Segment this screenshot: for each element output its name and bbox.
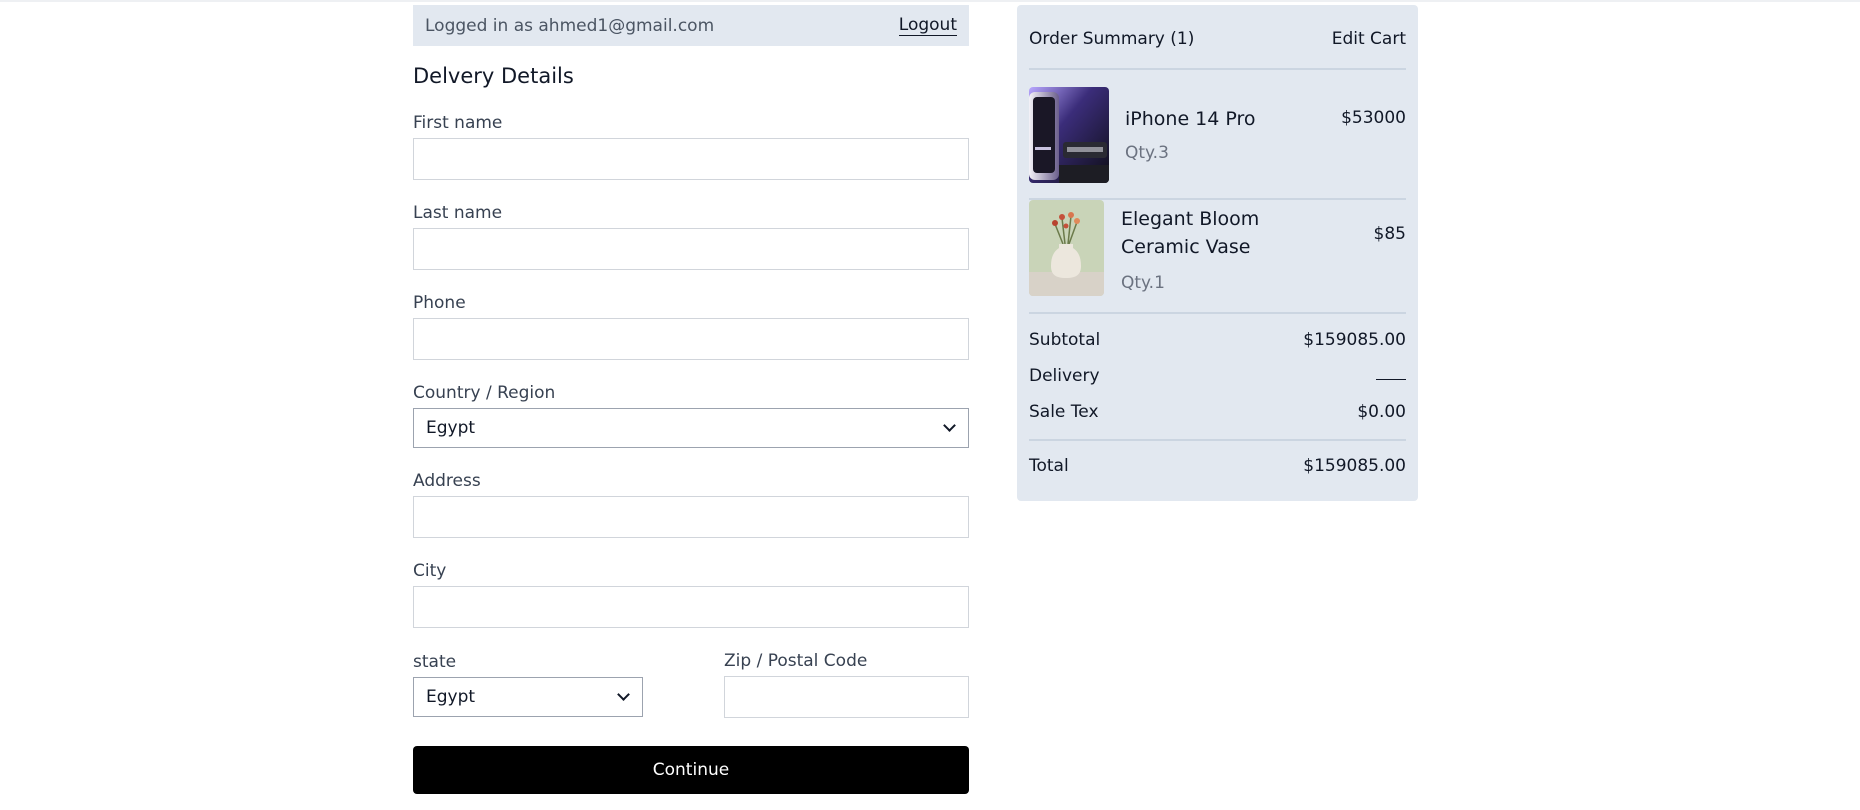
logged-in-text: Logged in as ahmed1@gmail.com [425, 15, 715, 36]
total-value: $159085.00 [1303, 456, 1406, 476]
vase-product-image [1029, 200, 1104, 296]
login-status-bar: Logged in as ahmed1@gmail.com Logout [413, 5, 969, 46]
subtotal-row: Subtotal $159085.00 [1029, 330, 1406, 350]
sale-tax-row: Sale Tex $0.00 [1029, 402, 1406, 422]
edit-cart-link[interactable]: Edit Cart [1332, 29, 1406, 49]
total-row: Total $159085.00 [1029, 456, 1406, 476]
city-label: City [413, 561, 447, 581]
sale-tax-value: $0.00 [1357, 402, 1406, 422]
logout-link[interactable]: Logout [898, 15, 957, 36]
last-name-input[interactable] [413, 228, 969, 270]
delivery-form: Logged in as ahmed1@gmail.com Logout Del… [413, 5, 969, 794]
subtotal-label: Subtotal [1029, 330, 1101, 350]
product-name: Elegant Bloom Ceramic Vase [1121, 208, 1260, 258]
address-input[interactable] [413, 496, 969, 538]
phone-input[interactable] [413, 318, 969, 360]
city-input[interactable] [413, 586, 969, 628]
last-name-label: Last name [413, 203, 503, 223]
product-qty: Qty.3 [1125, 143, 1169, 163]
chevron-down-icon [617, 688, 630, 701]
country-selected-value: Egypt [426, 418, 476, 438]
first-name-input[interactable] [413, 138, 969, 180]
order-summary-header: Order Summary (1) Edit Cart [1029, 29, 1406, 49]
order-summary-panel: Order Summary (1) Edit Cart iPhone 14 Pr… [1017, 5, 1418, 501]
total-label: Total [1029, 456, 1069, 476]
divider [1029, 312, 1406, 314]
divider [1029, 68, 1406, 70]
zip-input[interactable] [724, 676, 969, 718]
vase-image-graphic [1029, 200, 1104, 296]
iphone-product-image [1029, 87, 1109, 183]
zip-label: Zip / Postal Code [724, 651, 868, 671]
product-price: $85 [1373, 224, 1406, 244]
chevron-down-icon [943, 419, 956, 432]
address-label: Address [413, 471, 481, 491]
product-name: iPhone 14 Pro [1125, 108, 1256, 130]
delivery-label: Delivery [1029, 366, 1100, 386]
product-qty: Qty.1 [1121, 273, 1165, 293]
state-select[interactable]: Egypt [413, 677, 643, 717]
iphone-image-graphic [1029, 87, 1109, 183]
country-label: Country / Region [413, 383, 556, 403]
subtotal-value: $159085.00 [1303, 330, 1406, 350]
delivery-details-title: Delvery Details [413, 64, 574, 88]
country-select[interactable]: Egypt [413, 408, 969, 448]
first-name-label: First name [413, 113, 503, 133]
divider [1029, 439, 1406, 441]
delivery-pending-dash [1376, 366, 1406, 380]
order-summary-title: Order Summary (1) [1029, 29, 1195, 49]
product-price: $53000 [1341, 108, 1406, 128]
continue-button[interactable]: Continue [413, 746, 969, 794]
state-selected-value: Egypt [426, 687, 476, 707]
delivery-row: Delivery [1029, 366, 1406, 386]
phone-label: Phone [413, 293, 466, 313]
sale-tax-label: Sale Tex [1029, 402, 1099, 422]
state-label: state [413, 652, 457, 672]
top-border [0, 0, 1860, 2]
